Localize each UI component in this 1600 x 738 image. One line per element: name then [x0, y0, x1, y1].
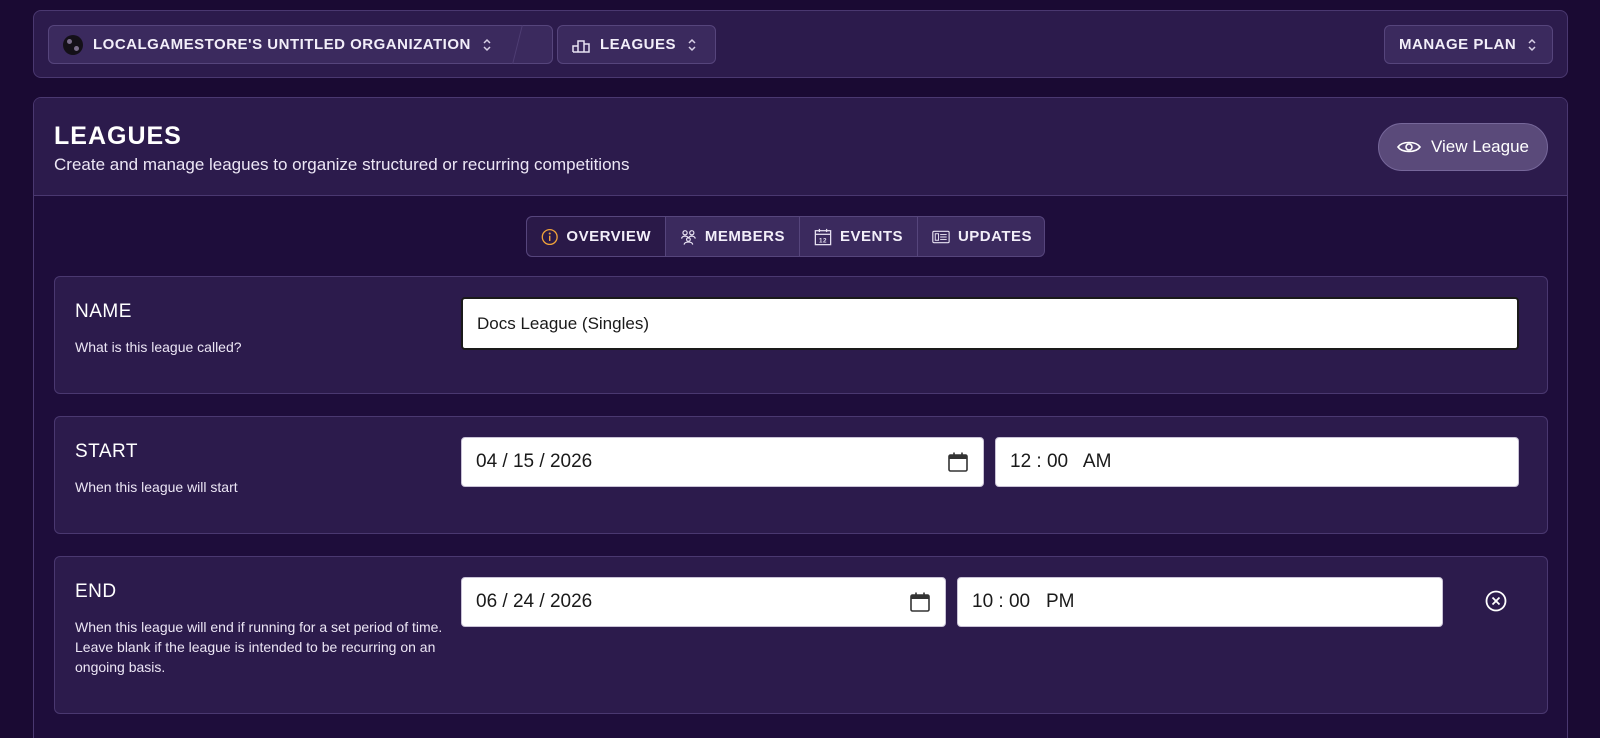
page-subtitle: Create and manage leagues to organize st…	[54, 155, 630, 174]
league-name-input[interactable]: Docs League (Singles)	[461, 297, 1519, 350]
tab-events[interactable]: 12 EVENTS	[800, 217, 918, 256]
svg-text:12: 12	[819, 237, 827, 244]
calendar-picker-icon[interactable]	[947, 451, 969, 473]
end-time-value: 10 : 00 PM	[972, 591, 1075, 612]
manage-plan-label: MANAGE PLAN	[1399, 36, 1517, 53]
tab-updates[interactable]: UPDATES	[918, 217, 1046, 256]
start-section: START When this league will start 04 / 1…	[54, 416, 1548, 534]
tab-members-label: MEMBERS	[704, 228, 785, 245]
leagues-panel: LEAGUES Create and manage leagues to org…	[33, 97, 1568, 738]
eye-icon	[1397, 141, 1421, 153]
section-name: LEAGUES	[600, 36, 677, 53]
top-bar: LOCALGAMESTORE'S UNTITLED ORGANIZATION L…	[33, 10, 1568, 78]
start-time-value: 12 : 00 AM	[1010, 451, 1112, 472]
manage-plan-button[interactable]: MANAGE PLAN	[1384, 25, 1553, 64]
panel-header: LEAGUES Create and manage leagues to org…	[34, 98, 1567, 196]
end-description: When this league will end if running for…	[75, 619, 443, 675]
calendar-icon: 12	[814, 228, 832, 245]
tab-members[interactable]: MEMBERS	[666, 217, 800, 256]
end-label: END	[75, 581, 117, 602]
calendar-picker-icon[interactable]	[909, 591, 931, 613]
members-icon	[681, 229, 696, 245]
league-tabs: OVERVIEW MEMBERS 12 EVENTS UPDATES	[526, 216, 1045, 257]
start-label: START	[75, 441, 139, 462]
start-date-input[interactable]: 04 / 15 / 2026	[461, 437, 984, 487]
name-description: What is this league called?	[75, 339, 242, 355]
tab-events-label: EVENTS	[839, 228, 903, 245]
sort-chevrons-icon	[483, 38, 491, 51]
clear-end-date-icon[interactable]	[1485, 590, 1507, 612]
view-league-button[interactable]: View League	[1378, 123, 1548, 171]
tab-updates-label: UPDATES	[957, 228, 1032, 245]
end-date-input[interactable]: 06 / 24 / 2026	[461, 577, 946, 627]
start-description: When this league will start	[75, 479, 238, 495]
section-selector[interactable]: LEAGUES	[557, 25, 716, 64]
podium-icon	[572, 39, 590, 53]
page-title: LEAGUES	[54, 122, 182, 150]
name-section: NAME What is this league called? Docs Le…	[54, 276, 1548, 394]
view-league-label: View League	[1431, 137, 1529, 156]
updates-icon	[932, 230, 950, 243]
organization-selector[interactable]: LOCALGAMESTORE'S UNTITLED ORGANIZATION	[48, 25, 553, 64]
info-icon	[541, 228, 558, 245]
tab-overview-label: OVERVIEW	[566, 228, 651, 245]
organization-logo-icon	[63, 34, 83, 55]
sort-chevrons-icon	[1528, 38, 1536, 51]
sort-chevrons-icon	[688, 38, 696, 51]
start-time-input[interactable]: 12 : 00 AM	[995, 437, 1519, 487]
end-time-input[interactable]: 10 : 00 PM	[957, 577, 1443, 627]
start-date-value: 04 / 15 / 2026	[476, 451, 593, 472]
name-label: NAME	[75, 301, 132, 322]
organization-name: LOCALGAMESTORE'S UNTITLED ORGANIZATION	[93, 36, 471, 53]
end-date-value: 06 / 24 / 2026	[476, 591, 593, 612]
end-section: END When this league will end if running…	[54, 556, 1548, 714]
tab-overview[interactable]: OVERVIEW	[527, 217, 666, 256]
